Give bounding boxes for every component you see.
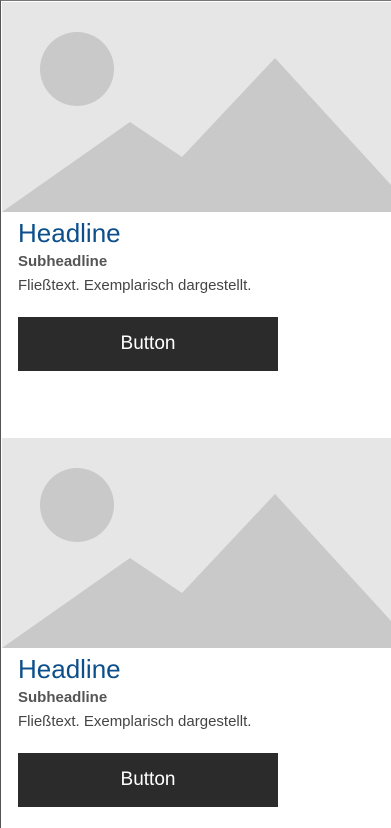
card-subheadline: Subheadline [18,689,108,706]
card: Headline Subheadline Fließtext. Exemplar… [2,2,391,371]
card: Headline Subheadline Fließtext. Exemplar… [2,438,391,807]
page: Headline Subheadline Fließtext. Exemplar… [0,0,391,828]
card-headline: Headline [18,218,121,248]
card-button[interactable]: Button [18,753,278,807]
card-button[interactable]: Button [18,317,278,371]
card-headline: Headline [18,654,121,684]
card-subheadline: Subheadline [18,253,108,270]
image-placeholder-icon [2,2,391,212]
card-body-text: Fließtext. Exemplarisch dargestellt. [18,277,252,294]
card-body-text: Fließtext. Exemplarisch dargestellt. [18,713,252,730]
image-placeholder-icon [2,438,391,648]
